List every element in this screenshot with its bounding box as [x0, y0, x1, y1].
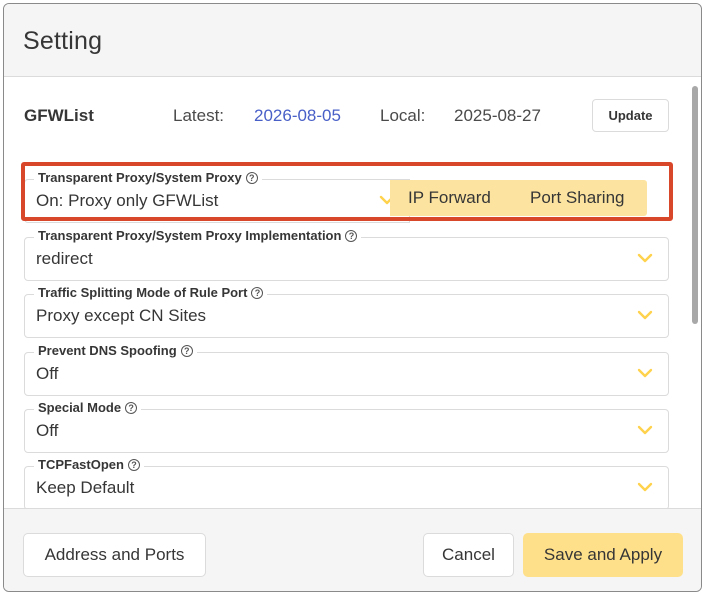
gfwlist-row: GFWList Latest: 2026-08-05 Local: 2025-0…: [4, 78, 701, 150]
special-mode-select[interactable]: Special Mode ? Off: [24, 400, 669, 453]
cancel-button[interactable]: Cancel: [423, 533, 514, 577]
chevron-down-icon[interactable]: [636, 478, 654, 496]
question-circle-icon[interactable]: ?: [125, 402, 138, 414]
settings-dialog: Setting GFWList Latest: 2026-08-05 Local…: [3, 3, 702, 592]
field-label: Traffic Splitting Mode of Rule Port ?: [34, 285, 268, 301]
latest-label: Latest:: [173, 106, 225, 125]
latest-date-link[interactable]: 2026-08-05: [254, 106, 341, 126]
chevron-down-icon[interactable]: [636, 364, 654, 382]
dialog-header: Setting: [4, 4, 701, 77]
update-button[interactable]: Update: [592, 99, 669, 132]
field-label: TCPFastOpen ?: [34, 457, 144, 473]
field-label: Special Mode ?: [34, 400, 142, 416]
question-circle-icon[interactable]: ?: [180, 345, 193, 357]
chevron-down-icon[interactable]: [636, 421, 654, 439]
gfwlist-title: GFWList: [24, 106, 94, 125]
traffic-splitting-select[interactable]: Traffic Splitting Mode of Rule Port ? Pr…: [24, 285, 669, 338]
field-value: Keep Default: [36, 478, 135, 497]
field-label-text: Special Mode: [38, 400, 122, 415]
field-label: Prevent DNS Spoofing ?: [34, 343, 197, 359]
local-label: Local:: [380, 106, 426, 125]
field-value: Off: [36, 421, 59, 440]
chevron-down-icon[interactable]: [636, 249, 654, 267]
local-date: 2025-08-27: [454, 106, 541, 125]
field-label-text: Prevent DNS Spoofing: [38, 343, 177, 358]
chevron-down-icon[interactable]: [636, 306, 654, 324]
field-label-text: Transparent Proxy/System Proxy Implement…: [38, 228, 342, 243]
question-circle-icon[interactable]: ?: [127, 459, 140, 471]
field-value: redirect: [36, 249, 93, 268]
proxy-implementation-select[interactable]: Transparent Proxy/System Proxy Implement…: [24, 228, 669, 281]
field-value: Proxy except CN Sites: [36, 306, 207, 325]
question-circle-icon[interactable]: ?: [345, 230, 358, 242]
question-circle-icon[interactable]: ?: [251, 287, 264, 299]
dialog-title: Setting: [23, 27, 103, 55]
dialog-footer: Address and Ports Cancel Save and Apply: [4, 508, 701, 591]
save-and-apply-button[interactable]: Save and Apply: [523, 533, 683, 577]
highlight-outline: [21, 162, 673, 221]
field-label-text: Traffic Splitting Mode of Rule Port: [38, 285, 248, 300]
field-label: Transparent Proxy/System Proxy Implement…: [34, 228, 362, 244]
tcp-fast-open-select[interactable]: TCPFastOpen ? Keep Default: [24, 457, 669, 508]
dialog-body[interactable]: GFWList Latest: 2026-08-05 Local: 2025-0…: [4, 78, 701, 508]
prevent-dns-spoofing-select[interactable]: Prevent DNS Spoofing ? Off: [24, 343, 669, 396]
field-value: Off: [36, 364, 59, 383]
field-label-text: TCPFastOpen: [38, 457, 124, 472]
address-and-ports-button[interactable]: Address and Ports: [23, 533, 206, 577]
